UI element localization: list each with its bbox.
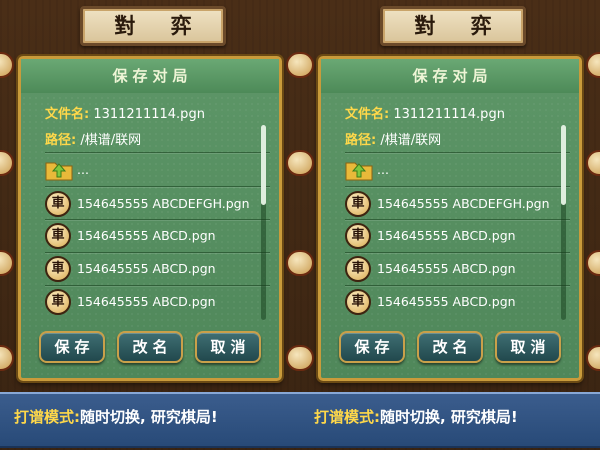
divider (345, 252, 570, 253)
dialog-title: 保存对局 (21, 59, 279, 93)
list-scrollbar[interactable] (561, 125, 566, 320)
path-row: 路径: /棋谱/联网 (345, 129, 441, 148)
list-item[interactable]: 車 154645555 ABCDEFGH.pgn (345, 189, 565, 219)
board-piece-icon (300, 150, 314, 176)
path-label: 路径: (45, 133, 77, 148)
list-item[interactable]: 車 154645555 ABCD.pgn (345, 221, 565, 251)
chariot-piece-icon: 車 (345, 223, 371, 249)
board-piece-icon (0, 345, 14, 371)
file-name: 154645555 ABCD.pgn (77, 294, 216, 309)
promo-rest: 随时切换, 研究棋局! (80, 408, 218, 426)
list-item[interactable]: 車 154645555 ABCD.pgn (345, 254, 565, 284)
game-title: 對 弈 (80, 6, 226, 46)
filename-value[interactable]: 1311211114.pgn (393, 107, 505, 122)
path-label: 路径: (345, 133, 377, 148)
list-scrollbar[interactable] (261, 125, 266, 320)
screen-left: 對 弈 保存对局 文件名: 1311211114.pgn 路径: /棋谱/联网 … (0, 0, 300, 450)
file-name: 154645555 ABCD.pgn (77, 261, 216, 276)
board-piece-icon (286, 345, 300, 371)
file-name: 154645555 ABCD.pgn (377, 294, 516, 309)
save-button[interactable]: 保存 (339, 331, 405, 363)
filename-label: 文件名: (345, 107, 390, 122)
board-piece-icon (300, 250, 314, 276)
file-name: 154645555 ABCDEFGH.pgn (77, 196, 250, 211)
board-piece-icon (586, 52, 600, 78)
file-name: 154645555 ABCD.pgn (377, 228, 516, 243)
rename-button[interactable]: 改名 (417, 331, 483, 363)
scrollbar-thumb[interactable] (261, 125, 266, 205)
parent-folder-item[interactable]: ... (45, 155, 265, 185)
board-piece-icon (0, 250, 14, 276)
board-piece-icon (586, 250, 600, 276)
list-item[interactable]: 車 154645555 ABCD.pgn (45, 254, 265, 284)
dialog-title: 保存对局 (321, 59, 579, 93)
parent-folder-item[interactable]: ... (345, 155, 565, 185)
promo-text: 打谱模式:随时切换, 研究棋局! (14, 406, 218, 427)
divider (45, 252, 270, 253)
chariot-piece-icon: 車 (345, 256, 371, 282)
chariot-piece-icon: 車 (345, 289, 371, 315)
parent-folder-label: ... (77, 162, 89, 177)
promo-highlight: 打谱模式: (314, 408, 380, 426)
divider (345, 186, 570, 187)
board-piece-icon (286, 52, 300, 78)
scrollbar-thumb[interactable] (561, 125, 566, 205)
rename-button[interactable]: 改名 (117, 331, 183, 363)
promo-highlight: 打谱模式: (14, 408, 80, 426)
filename-label: 文件名: (45, 107, 90, 122)
divider (345, 285, 570, 286)
divider (345, 219, 570, 220)
parent-folder-label: ... (377, 162, 389, 177)
board-piece-icon (586, 345, 600, 371)
divider (345, 152, 570, 153)
save-button[interactable]: 保存 (39, 331, 105, 363)
game-title: 對 弈 (380, 6, 526, 46)
board-piece-icon (286, 250, 300, 276)
file-name: 154645555 ABCD.pgn (77, 228, 216, 243)
cancel-button[interactable]: 取消 (495, 331, 561, 363)
screen-right: 對 弈 保存对局 文件名: 1311211114.pgn 路径: /棋谱/联网 … (300, 0, 600, 450)
divider (45, 186, 270, 187)
filename-row[interactable]: 文件名: 1311211114.pgn (345, 103, 505, 122)
divider (45, 285, 270, 286)
promo-text: 打谱模式:随时切换, 研究棋局! (314, 406, 518, 427)
list-item[interactable]: 車 154645555 ABCD.pgn (45, 287, 265, 317)
chariot-piece-icon: 車 (45, 256, 71, 282)
path-value: /棋谱/联网 (80, 133, 142, 148)
board-piece-icon (300, 345, 314, 371)
folder-up-icon (345, 162, 373, 181)
list-item[interactable]: 車 154645555 ABCD.pgn (345, 287, 565, 317)
board-piece-icon (586, 150, 600, 176)
chariot-piece-icon: 車 (345, 191, 371, 217)
chariot-piece-icon: 車 (45, 289, 71, 315)
filename-value[interactable]: 1311211114.pgn (93, 107, 205, 122)
board-piece-icon (0, 150, 14, 176)
list-item[interactable]: 車 154645555 ABCD.pgn (45, 221, 265, 251)
board-piece-icon (286, 150, 300, 176)
cancel-button[interactable]: 取消 (195, 331, 261, 363)
divider (45, 152, 270, 153)
file-name: 154645555 ABCD.pgn (377, 261, 516, 276)
path-value: /棋谱/联网 (380, 133, 442, 148)
chariot-piece-icon: 車 (45, 191, 71, 217)
chariot-piece-icon: 車 (45, 223, 71, 249)
board-piece-icon (0, 52, 14, 78)
divider (45, 219, 270, 220)
filename-row[interactable]: 文件名: 1311211114.pgn (45, 103, 205, 122)
promo-banner: 打谱模式:随时切换, 研究棋局! 打谱模式:随时切换, 研究棋局! (0, 392, 600, 448)
path-row: 路径: /棋谱/联网 (45, 129, 141, 148)
list-item[interactable]: 車 154645555 ABCDEFGH.pgn (45, 189, 265, 219)
promo-rest: 随时切换, 研究棋局! (380, 408, 518, 426)
folder-up-icon (45, 162, 73, 181)
file-name: 154645555 ABCDEFGH.pgn (377, 196, 550, 211)
board-piece-icon (300, 52, 314, 78)
